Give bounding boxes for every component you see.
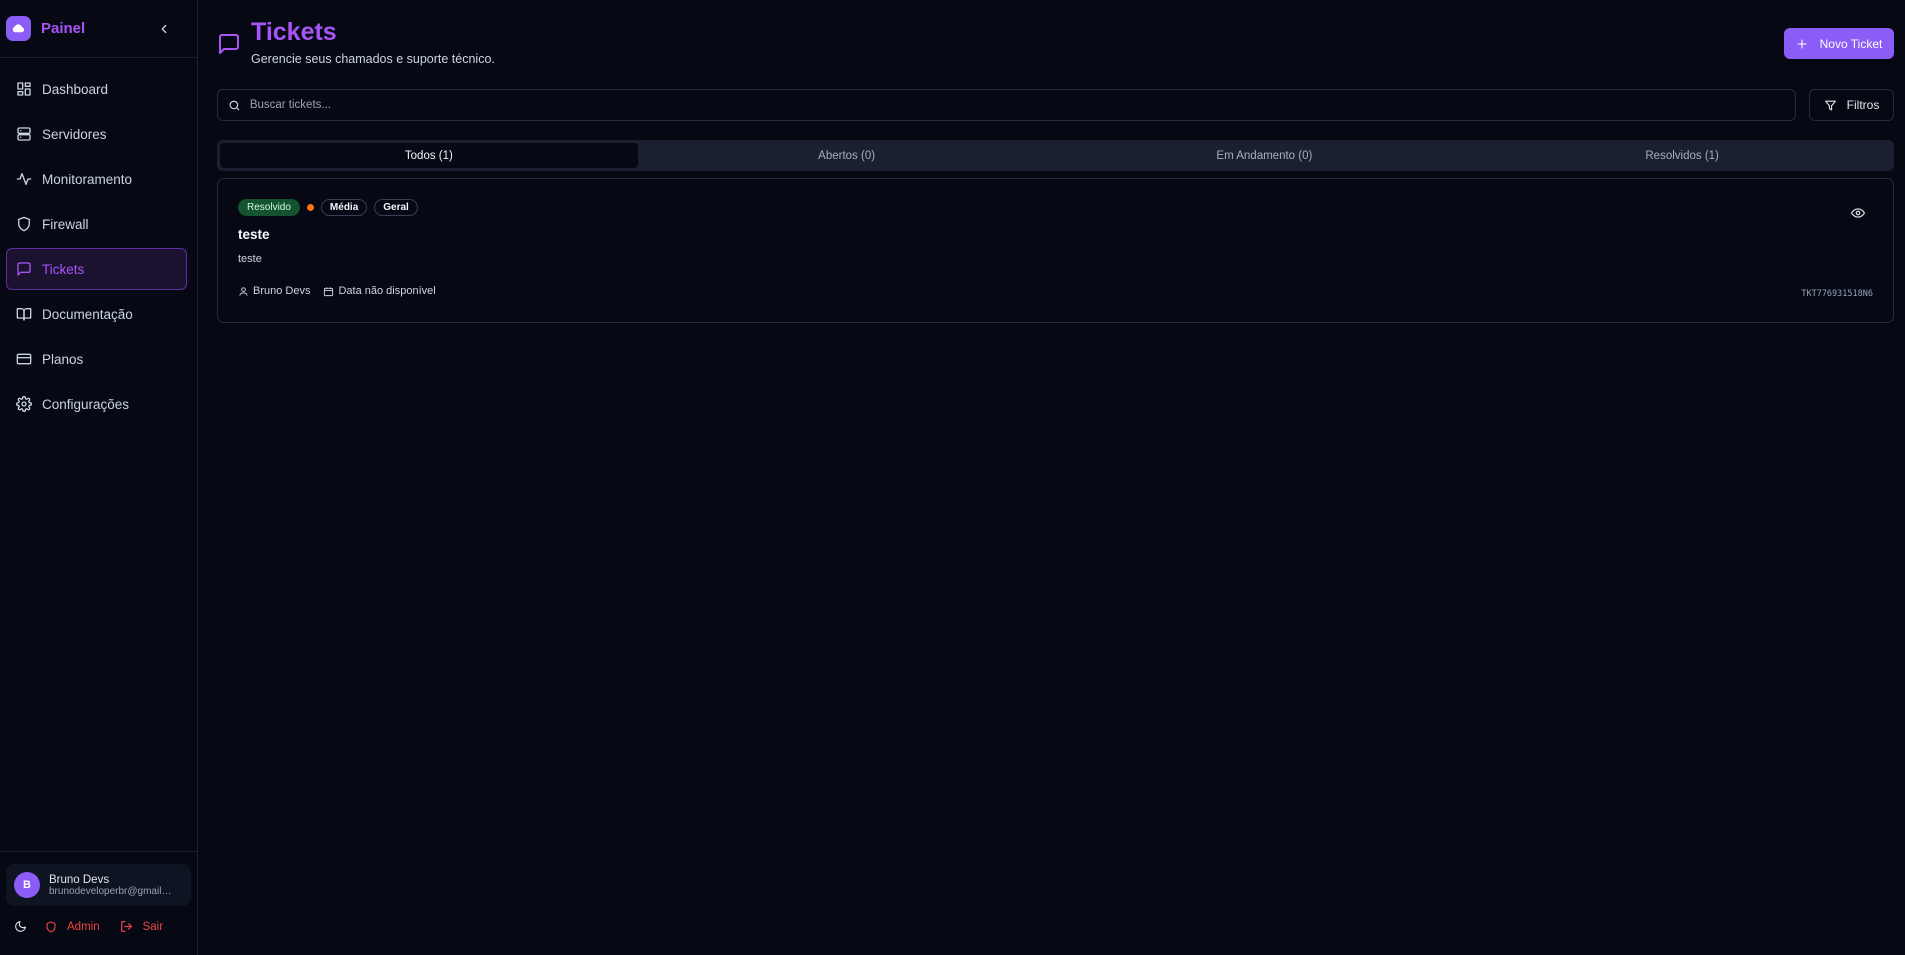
sidebar-item-planos[interactable]: Planos <box>6 338 187 380</box>
ticket-id: TKT776931518N6 <box>1801 289 1873 299</box>
filter-icon <box>1824 100 1836 110</box>
footer-actions: Admin Sair <box>6 920 191 933</box>
credit-card-icon <box>16 353 32 365</box>
page-subtitle: Gerencie seus chamados e suporte técnico… <box>251 52 495 66</box>
sidebar-item-configuracoes[interactable]: Configurações <box>6 383 187 425</box>
plus-icon <box>1797 38 1807 49</box>
calendar-icon <box>324 286 334 296</box>
cloud-logo-icon <box>6 16 31 41</box>
search-icon <box>229 100 240 110</box>
tab-em-andamento[interactable]: Em Andamento (0) <box>1056 143 1474 168</box>
sidebar-item-servidores[interactable]: Servidores <box>6 113 187 155</box>
chevron-left-icon <box>161 24 167 33</box>
ticket-author: Bruno Devs <box>238 285 310 297</box>
priority-badge: Média <box>320 199 368 216</box>
sidebar-item-label: Configurações <box>42 396 130 412</box>
search-box <box>217 89 1796 121</box>
sidebar-item-documentacao[interactable]: Documentação <box>6 293 187 335</box>
sidebar-item-label: Dashboard <box>42 81 109 97</box>
ticket-tabs: Todos (1) Abertos (0) Em Andamento (0) R… <box>217 140 1894 171</box>
new-ticket-button[interactable]: Novo Ticket <box>1784 28 1894 59</box>
ticket-date: Data não disponível <box>323 285 436 297</box>
ticket-meta: Bruno Devs Data não disponível <box>238 285 1873 297</box>
category-badge: Geral <box>374 199 418 216</box>
user-card[interactable]: B Bruno Devs brunodeveloperbr@gmail.com <box>6 864 191 906</box>
logout-button[interactable]: Sair <box>120 920 163 933</box>
brand-name: Painel <box>41 20 86 37</box>
tab-abertos[interactable]: Abertos (0) <box>638 143 1056 168</box>
eye-icon <box>1851 208 1865 218</box>
page-header: Tickets Gerencie seus chamados e suporte… <box>217 18 495 66</box>
avatar: B <box>14 872 40 898</box>
logout-label: Sair <box>142 920 164 933</box>
filters-button[interactable]: Filtros <box>1809 89 1894 121</box>
main-content: Tickets Gerencie seus chamados e suporte… <box>199 0 1905 955</box>
sidebar-item-firewall[interactable]: Firewall <box>6 203 187 245</box>
sidebar-item-label: Firewall <box>42 216 89 232</box>
sidebar-item-label: Documentação <box>42 306 133 322</box>
sidebar-item-dashboard[interactable]: Dashboard <box>6 68 187 110</box>
ticket-card[interactable]: Resolvido Média Geral teste teste Bruno … <box>217 178 1894 323</box>
dashboard-icon <box>17 82 31 96</box>
priority-dot <box>306 204 314 211</box>
ticket-title: teste <box>238 227 270 242</box>
sidebar: Painel Dashboard Servidores Monitorament… <box>0 0 198 955</box>
user-email: brunodeveloperbr@gmail.com <box>49 885 174 897</box>
sidebar-item-label: Servidores <box>42 126 107 142</box>
ticket-badges: Resolvido Média Geral <box>238 199 1873 216</box>
ticket-description: teste <box>238 253 262 265</box>
sidebar-item-monitoramento[interactable]: Monitoramento <box>6 158 187 200</box>
user-info: Bruno Devs brunodeveloperbr@gmail.com <box>49 874 174 897</box>
shield-icon <box>46 920 56 933</box>
message-square-icon <box>17 262 31 276</box>
tab-todos[interactable]: Todos (1) <box>220 143 638 168</box>
logout-icon <box>120 921 132 932</box>
book-icon <box>16 308 32 321</box>
tab-resolvidos[interactable]: Resolvidos (1) <box>1473 143 1891 168</box>
ticket-date-text: Data não disponível <box>338 285 436 297</box>
server-icon <box>17 127 31 141</box>
activity-icon <box>16 173 32 185</box>
collapse-sidebar-button[interactable] <box>157 22 171 36</box>
new-ticket-label: Novo Ticket <box>1819 36 1883 51</box>
theme-toggle-button[interactable] <box>14 920 27 933</box>
message-square-icon <box>217 32 241 66</box>
gear-icon <box>16 396 32 412</box>
view-ticket-button[interactable] <box>1851 206 1865 220</box>
admin-button[interactable]: Admin <box>45 921 100 933</box>
sidebar-item-tickets[interactable]: Tickets <box>6 248 187 290</box>
admin-label: Admin <box>67 920 100 933</box>
sidebar-item-label: Planos <box>42 351 84 367</box>
moon-icon <box>15 921 26 932</box>
sidebar-nav: Dashboard Servidores Monitoramento Firew… <box>0 58 197 425</box>
ticket-author-name: Bruno Devs <box>253 285 311 297</box>
page-title: Tickets <box>251 18 337 46</box>
sidebar-item-label: Tickets <box>42 261 85 277</box>
sidebar-footer: B Bruno Devs brunodeveloperbr@gmail.com … <box>0 851 197 955</box>
search-input[interactable] <box>249 99 1785 111</box>
user-name: Bruno Devs <box>49 873 110 886</box>
brand-header: Painel <box>0 0 197 58</box>
user-icon <box>239 286 248 296</box>
status-badge: Resolvido <box>238 199 300 216</box>
sidebar-item-label: Monitoramento <box>42 171 133 187</box>
header-text: Tickets Gerencie seus chamados e suporte… <box>251 18 495 66</box>
filters-label: Filtros <box>1846 98 1880 112</box>
shield-icon <box>18 216 30 232</box>
